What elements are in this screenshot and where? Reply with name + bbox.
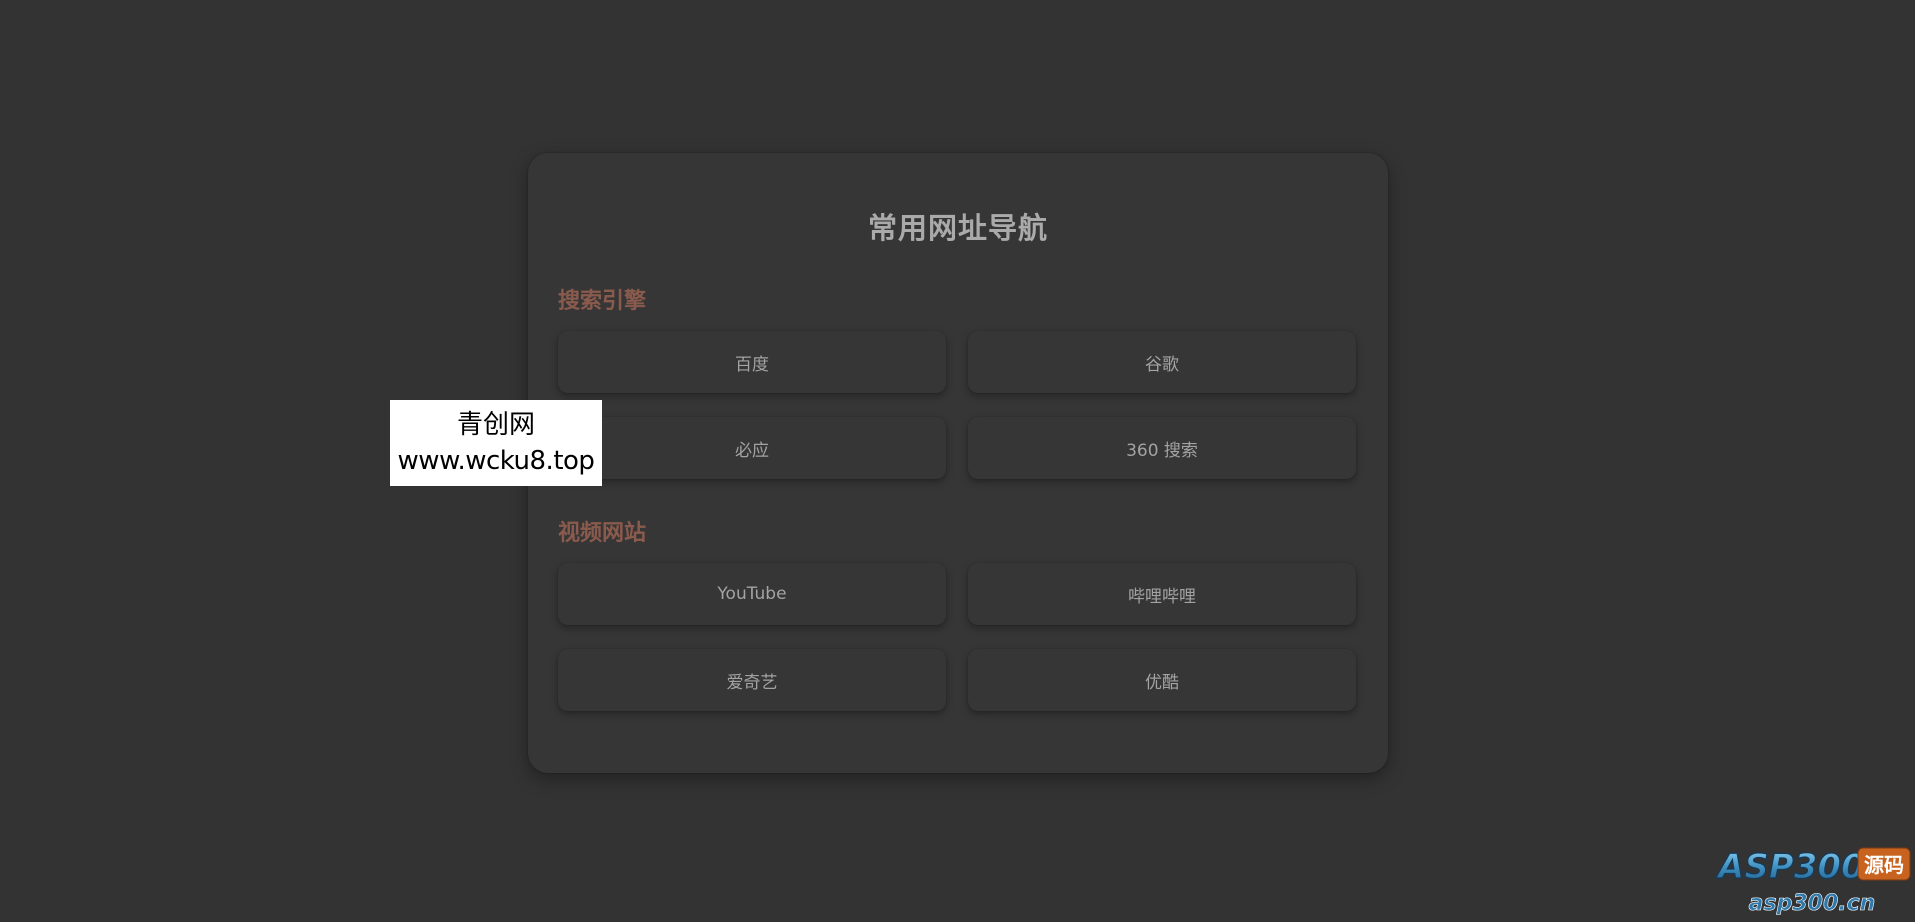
link-baidu[interactable]: 百度 xyxy=(558,331,946,393)
asp300-logo: ASP300 源码 asp300.cn xyxy=(1716,846,1911,916)
watermark-overlay: 青创网 www.wcku8.top xyxy=(390,400,602,486)
link-youku[interactable]: 优酷 xyxy=(968,649,1356,711)
logo-brand: ASP300 xyxy=(1716,847,1865,887)
link-bing[interactable]: 必应 xyxy=(558,417,946,479)
logo-tag: 源码 xyxy=(1864,853,1904,877)
section-title-video-sites: 视频网站 xyxy=(558,521,647,546)
link-360-search[interactable]: 360 搜索 xyxy=(968,417,1356,479)
link-google[interactable]: 谷歌 xyxy=(968,331,1356,393)
link-youtube[interactable]: YouTube xyxy=(558,563,946,625)
watermark-url: www.wcku8.top xyxy=(397,446,595,476)
nav-card: 常用网址导航 搜索引擎 百度 谷歌 必应 360 搜索 视频网站 YouTube… xyxy=(528,153,1388,773)
link-iqiyi[interactable]: 爱奇艺 xyxy=(558,649,946,711)
logo-domain: asp300.cn xyxy=(1749,891,1876,916)
page: 常用网址导航 搜索引擎 百度 谷歌 必应 360 搜索 视频网站 YouTube… xyxy=(0,0,1915,922)
link-bilibili[interactable]: 哔哩哔哩 xyxy=(968,563,1356,625)
watermark-name: 青创网 xyxy=(456,410,535,440)
section-title-search-engines: 搜索引擎 xyxy=(558,289,647,314)
page-title: 常用网址导航 xyxy=(867,211,1048,245)
